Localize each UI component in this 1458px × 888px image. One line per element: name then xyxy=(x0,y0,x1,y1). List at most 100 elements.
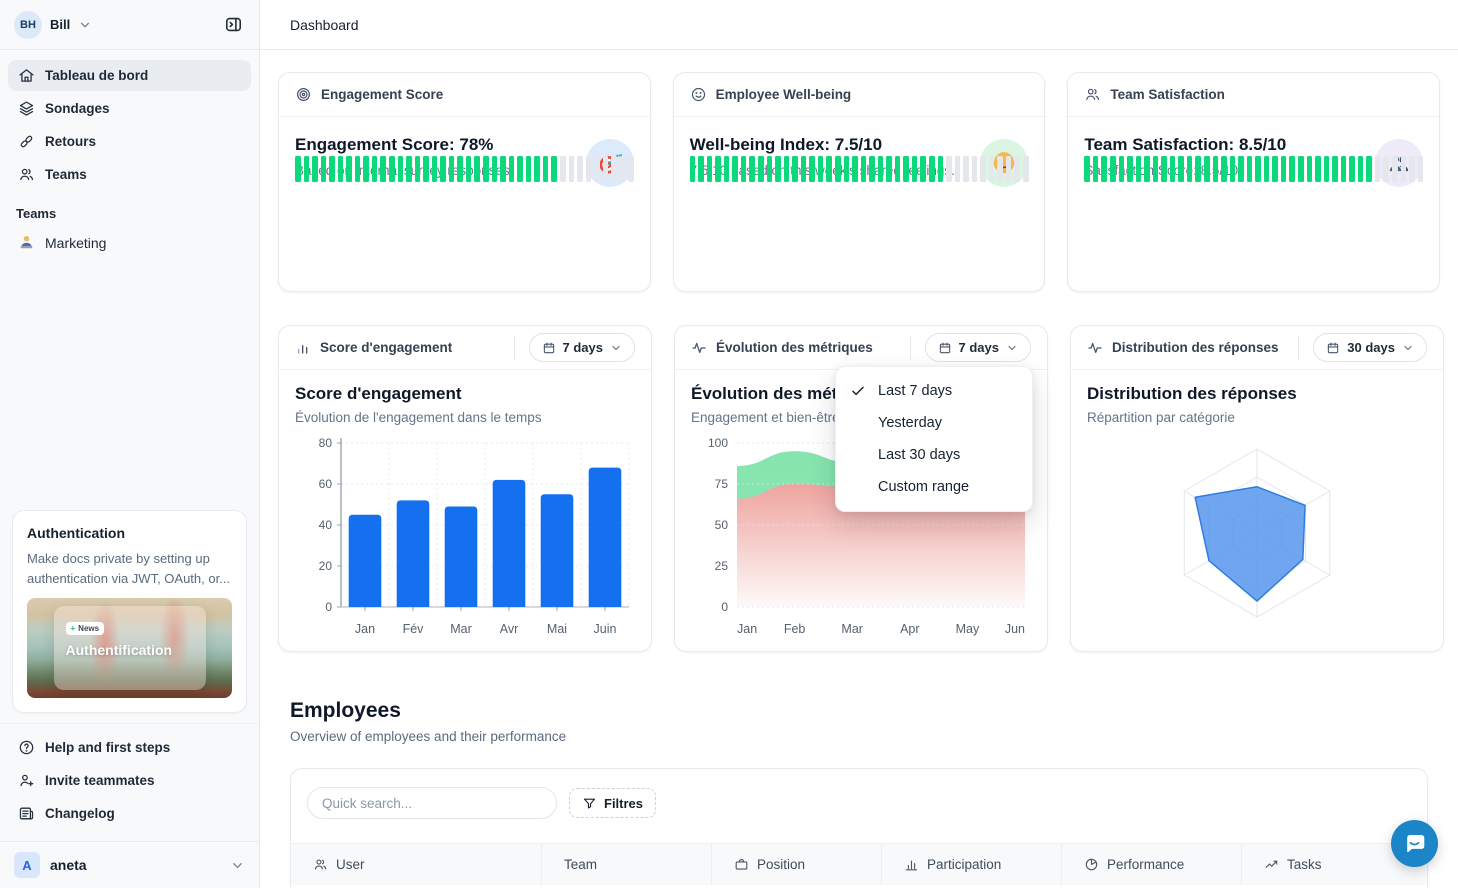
svg-text:Juin: Juin xyxy=(594,622,617,636)
promo-image-golden-gate: +News Authentification xyxy=(27,598,232,698)
sidebar-item-marketing[interactable]: Marketing xyxy=(0,227,259,258)
activity-icon xyxy=(691,340,707,356)
kpi-title: Engagement Score: 78% xyxy=(295,135,634,155)
svg-text:Jan: Jan xyxy=(355,622,375,636)
svg-text:75: 75 xyxy=(715,477,729,491)
sidebar-nav: Tableau de bord Sondages Retours Teams xyxy=(0,50,259,192)
calendar-icon xyxy=(542,341,556,355)
menu-item-custom-range[interactable]: Custom range xyxy=(836,471,1032,503)
smiley-icon xyxy=(690,86,707,103)
menu-item-label: Last 7 days xyxy=(878,383,952,399)
sidebar-item-dashboard[interactable]: Tableau de bord xyxy=(8,60,251,91)
menu-item-label: Last 30 days xyxy=(878,447,960,463)
check-icon xyxy=(850,382,868,400)
funnel-icon xyxy=(582,796,597,811)
sidebar-item-invite[interactable]: Invite teammates xyxy=(8,765,251,796)
column-label: Participation xyxy=(927,857,1001,872)
column-header-position[interactable]: Position xyxy=(711,844,881,885)
sidebar-item-teams[interactable]: Teams xyxy=(8,159,251,190)
range-selector-button[interactable]: 7 days xyxy=(925,333,1031,362)
changelog-icon xyxy=(18,805,35,822)
chat-bubble-icon xyxy=(1402,831,1427,856)
chart-card-metrics-evolution: Évolution des métriques 7 days Évolution… xyxy=(674,325,1048,652)
kpi-card-header: Team Satisfaction xyxy=(1068,73,1439,117)
svg-text:0: 0 xyxy=(325,600,332,614)
kpi-body: Engagement Score: 78% Based on internal … xyxy=(279,117,650,196)
sidebar-item-help[interactable]: Help and first steps xyxy=(8,732,251,763)
sidebar-header: BH Bill xyxy=(0,0,259,50)
menu-item-last-7-days[interactable]: Last 7 days xyxy=(836,375,1032,407)
help-circle-icon xyxy=(18,739,35,756)
column-header-performance[interactable]: Performance xyxy=(1061,844,1241,885)
chart-header-label: Évolution des métriques xyxy=(716,340,873,355)
home-icon xyxy=(18,67,35,84)
menu-item-yesterday[interactable]: Yesterday xyxy=(836,407,1032,439)
workspace-switcher[interactable]: A aneta xyxy=(0,841,259,888)
menu-item-last-30-days[interactable]: Last 30 days xyxy=(836,439,1032,471)
pie-chart-icon xyxy=(1084,857,1099,872)
sidebar-item-label: Teams xyxy=(45,167,87,182)
column-header-participation[interactable]: Participation xyxy=(881,844,1061,885)
content: Engagement Score Engagement Score: 78% B… xyxy=(260,50,1458,888)
employees-section: Employees Overview of employees and thei… xyxy=(290,699,1428,888)
sidebar-footer: Help and first steps Invite teammates Ch… xyxy=(0,723,259,835)
svg-text:Mar: Mar xyxy=(841,622,863,636)
user-name[interactable]: Bill xyxy=(50,17,70,32)
kpi-title: Well-being Index: 7.5/10 xyxy=(690,135,1029,155)
chart-body: Distribution des réponses Répartition pa… xyxy=(1071,370,1443,643)
sidebar-item-changelog[interactable]: Changelog xyxy=(8,798,251,829)
sidebar-item-feedback[interactable]: Retours xyxy=(8,126,251,157)
chart-body: Score d'engagement Évolution de l'engage… xyxy=(279,370,651,641)
kpi-card-header: Employee Well-being xyxy=(674,73,1045,117)
engagement-bar-chart: 020406080JanFévMarAvrMaiJuin xyxy=(295,431,635,641)
teams-section-label: Teams xyxy=(0,192,259,227)
progress-sparkline xyxy=(295,156,634,182)
users-icon xyxy=(313,857,328,872)
kpi-header-label: Team Satisfaction xyxy=(1110,87,1225,102)
range-dropdown-menu: Last 7 days Yesterday Last 30 days xyxy=(835,366,1033,512)
svg-text:May: May xyxy=(956,622,980,636)
sidebar-item-surveys[interactable]: Sondages xyxy=(8,93,251,124)
column-header-user[interactable]: User xyxy=(291,844,541,885)
responses-radar-chart xyxy=(1087,431,1427,643)
activity-icon xyxy=(1087,340,1103,356)
layers-icon xyxy=(18,100,35,117)
search-input[interactable] xyxy=(307,787,557,819)
footer-item-label: Help and first steps xyxy=(45,740,170,755)
bar-chart-icon xyxy=(295,340,311,356)
promo-card-authentication[interactable]: Authentication Make docs private by sett… xyxy=(12,510,247,713)
column-header-team[interactable]: Team xyxy=(541,844,711,885)
trend-up-icon xyxy=(1264,857,1279,872)
kpi-body: Well-being Index: 7.5/10 7.5/10 based on… xyxy=(674,117,1045,196)
employees-subtitle: Overview of employees and their performa… xyxy=(290,729,1428,744)
kpi-card-engagement: Engagement Score Engagement Score: 78% B… xyxy=(278,72,651,292)
filters-button[interactable]: Filtres xyxy=(569,788,656,818)
chevron-down-icon[interactable] xyxy=(78,18,92,32)
top-bar: Dashboard xyxy=(260,0,1458,50)
svg-text:Feb: Feb xyxy=(784,622,806,636)
team-item-label: Marketing xyxy=(45,235,106,251)
collapse-sidebar-button[interactable] xyxy=(219,11,247,39)
range-selector-wrap: 30 days xyxy=(1298,336,1427,360)
sidebar: BH Bill Tableau de bord Sondages Retours xyxy=(0,0,260,888)
svg-text:80: 80 xyxy=(319,436,333,450)
progress-sparkline xyxy=(1084,156,1423,182)
svg-text:60: 60 xyxy=(319,477,333,491)
check-placeholder xyxy=(850,478,868,496)
svg-text:40: 40 xyxy=(319,518,333,532)
range-selector-button[interactable]: 7 days xyxy=(529,333,635,362)
employees-table-header: User Team Position Participation xyxy=(291,843,1427,885)
check-placeholder xyxy=(850,414,868,432)
kpi-title: Team Satisfaction: 8.5/10 xyxy=(1084,135,1423,155)
chat-launcher-button[interactable] xyxy=(1391,820,1438,867)
range-selector-button[interactable]: 30 days xyxy=(1313,333,1427,362)
chart-card-header: Évolution des métriques 7 days xyxy=(675,326,1047,370)
range-label: 7 days xyxy=(959,340,999,355)
kpi-header-label: Employee Well-being xyxy=(716,87,852,102)
employees-toolbar: Filtres xyxy=(291,769,1427,821)
column-label: Position xyxy=(757,857,805,872)
link-icon xyxy=(18,133,35,150)
chart-header-label: Score d'engagement xyxy=(320,340,452,355)
user-avatar[interactable]: BH xyxy=(14,11,42,39)
chevron-down-icon xyxy=(610,342,622,354)
